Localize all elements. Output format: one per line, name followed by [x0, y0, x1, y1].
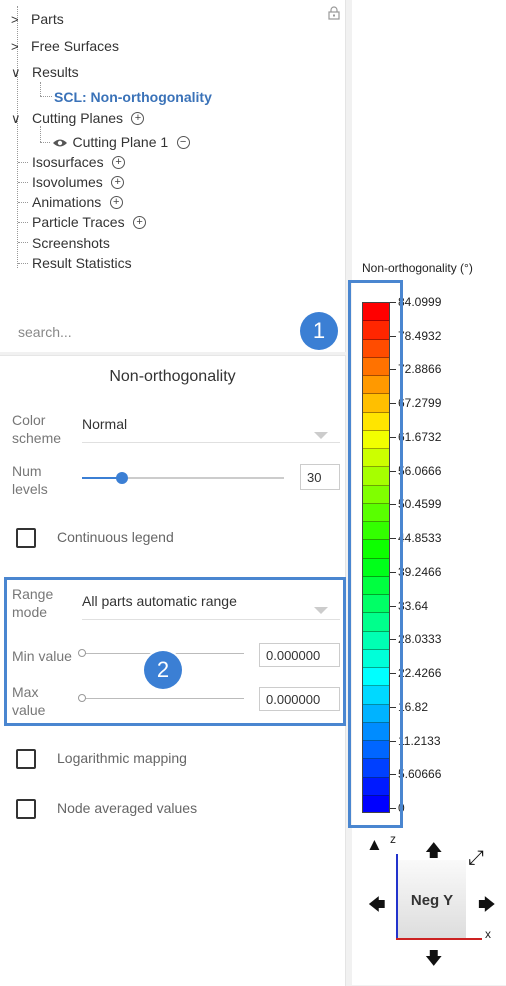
add-icon[interactable]: + [112, 156, 126, 170]
node-averaged-label: Node averaged values [57, 800, 198, 816]
legend-tick-label: 11.2133 [398, 733, 441, 748]
chevron-down-icon[interactable]: ∨ [11, 111, 21, 126]
right-arrow-icon[interactable]: 🡆 [478, 896, 496, 913]
legend-tick-label: 67.2799 [398, 396, 442, 411]
eye-icon[interactable] [52, 138, 68, 148]
legend-tick-label: 72.8866 [398, 362, 442, 377]
tree-line [40, 96, 52, 97]
tree-line [40, 142, 50, 143]
view-cube-face[interactable]: Neg Y [398, 860, 466, 940]
tree-item-free-surfaces[interactable]: > Free Surfaces [11, 38, 119, 56]
tree-item-label: Results [31, 64, 79, 80]
tree-item-label: Particle Traces [32, 214, 125, 230]
left-arrow-icon[interactable]: 🡄 [368, 896, 386, 913]
select-underline [82, 442, 340, 443]
tree-item-label: Free Surfaces [31, 38, 119, 54]
lock-icon[interactable] [328, 6, 340, 20]
panel-title: Non-orthogonality [109, 368, 236, 385]
axis-x-line [396, 938, 482, 940]
legend-tick-label: 56.0666 [398, 463, 442, 478]
scene-tree-panel: > Parts > Free Surfaces ∨ Results SCL: N… [0, 0, 346, 352]
add-icon[interactable]: + [133, 216, 147, 230]
tree-line [18, 242, 28, 243]
tree-item-label: Cutting Planes [31, 110, 124, 126]
up-arrow-icon[interactable]: 🡅 [425, 842, 442, 859]
color-scheme-label: Color scheme [12, 412, 62, 446]
home-view-icon[interactable]: ▲ [366, 836, 383, 853]
logarithmic-mapping-label: Logarithmic mapping [57, 750, 187, 766]
chevron-right-icon[interactable]: > [11, 39, 19, 54]
legend-tick-label: 61.6732 [398, 429, 442, 444]
tree-line [40, 126, 41, 142]
tree-line [18, 202, 28, 203]
add-icon[interactable]: + [131, 112, 145, 126]
tree-item-animations[interactable]: Animations + [32, 194, 123, 212]
tree-line [40, 82, 41, 96]
tree-item-results[interactable]: ∨ Results [11, 64, 79, 82]
search-input[interactable] [18, 324, 298, 340]
tree-line [18, 263, 28, 264]
num-levels-label: Num levels [12, 463, 48, 497]
num-levels-input[interactable]: 30 [300, 464, 340, 490]
legend-tick-label: 44.8533 [398, 531, 442, 546]
tree-line [18, 222, 28, 223]
logarithmic-mapping-checkbox[interactable] [16, 749, 36, 769]
remove-icon[interactable]: − [176, 136, 190, 150]
tree-item-label: Isosurfaces [32, 154, 104, 170]
add-icon[interactable]: + [111, 176, 125, 190]
tree-item-cutting-plane-1[interactable]: Cutting Plane 1 − [52, 134, 190, 152]
range-settings-highlight [4, 577, 346, 726]
tree-item-cutting-planes[interactable]: ∨ Cutting Planes + [11, 110, 145, 128]
tree-item-isovolumes[interactable]: Isovolumes + [32, 174, 125, 192]
legend-tick-label: 78.4932 [398, 328, 442, 343]
node-averaged-checkbox[interactable] [16, 799, 36, 819]
tree-item-label: Parts [31, 11, 64, 27]
annotation-badge-1: 1 [300, 312, 338, 350]
chevron-right-icon[interactable]: > [11, 12, 19, 27]
down-arrow-icon[interactable]: 🡇 [425, 950, 442, 967]
tree-item-isosurfaces[interactable]: Isosurfaces + [32, 154, 126, 172]
add-icon[interactable]: + [109, 196, 123, 210]
tree-item-parts[interactable]: > Parts [11, 11, 64, 29]
axis-x-label: x [485, 927, 491, 941]
tree-item-scl-non-orthogonality[interactable]: SCL: Non-orthogonality [54, 89, 212, 105]
legend-tick-label: 22.4266 [398, 666, 442, 681]
legend-tick-label: 5.60666 [398, 767, 442, 782]
legend-tick-label: 50.4599 [398, 497, 442, 512]
continuous-legend-label: Continuous legend [57, 529, 174, 545]
slider-thumb[interactable] [116, 472, 129, 484]
tree-item-label: Animations [32, 194, 102, 210]
axis-z-label: z [390, 832, 396, 846]
color-scheme-value: Normal [82, 416, 128, 432]
tree-item-particle-traces[interactable]: Particle Traces + [32, 214, 147, 232]
chevron-down-icon[interactable]: ∨ [11, 65, 21, 80]
annotation-badge-2: 2 [144, 651, 182, 689]
tree-item-screenshots[interactable]: Screenshots [32, 235, 110, 251]
tree-item-result-statistics[interactable]: Result Statistics [32, 255, 132, 271]
tree-item-label: Isovolumes [32, 174, 103, 190]
legend-highlight [348, 280, 403, 828]
axis-z-line [396, 854, 398, 940]
tree-item-label: Cutting Plane 1 [72, 134, 169, 150]
legend-tick-label: 28.0333 [398, 632, 442, 647]
caret-down-icon [314, 432, 328, 439]
tree-line [18, 182, 28, 183]
legend-tick-label: 84.0999 [398, 295, 442, 309]
color-scheme-select[interactable]: Normal [82, 416, 340, 443]
continuous-legend-checkbox[interactable] [16, 528, 36, 548]
fit-view-icon[interactable]: ⤢ [468, 848, 484, 868]
legend-tick-label: 39.2466 [398, 564, 442, 579]
tree-line [18, 162, 28, 163]
